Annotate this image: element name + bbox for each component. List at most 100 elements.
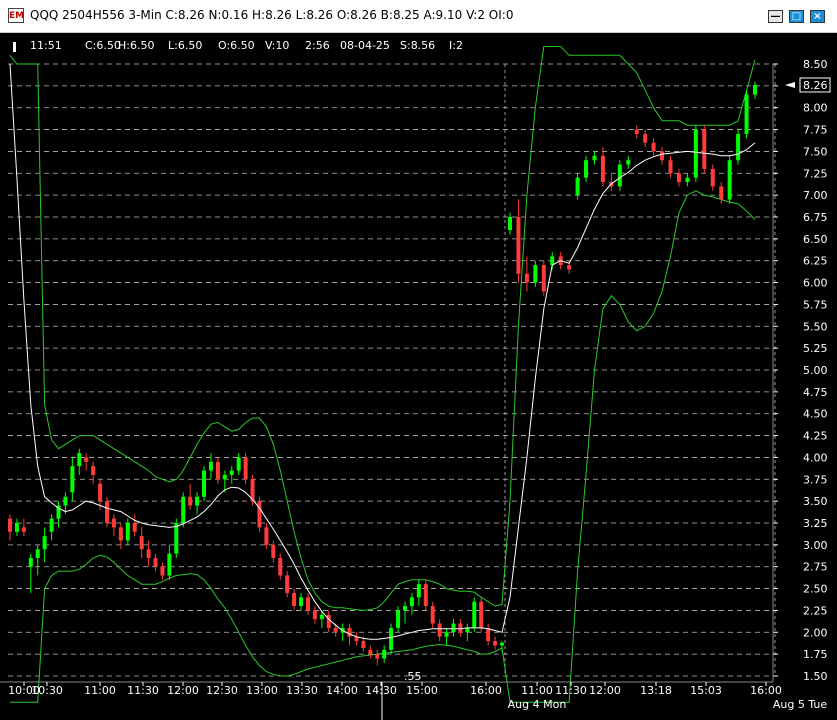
candle <box>676 168 681 187</box>
candle-body <box>617 164 622 187</box>
candle-body <box>347 627 352 637</box>
candle-body <box>736 133 741 161</box>
candle <box>21 518 26 537</box>
last-price-label: 8.26 <box>803 79 828 92</box>
y-tick-label: 4.75 <box>803 386 828 399</box>
candle <box>153 553 158 572</box>
candle <box>146 540 151 567</box>
candle-body <box>727 160 732 200</box>
title-bar: EM QQQ 2504H556 3-Min C:8.26 N:0.16 H:8.… <box>0 0 837 33</box>
y-tick-label: 5.00 <box>803 364 828 377</box>
candle <box>479 597 484 633</box>
candle <box>609 173 614 191</box>
candle-body <box>524 273 529 283</box>
candle <box>139 527 144 558</box>
candle-body <box>693 129 698 178</box>
candle-body <box>146 549 151 558</box>
candle <box>292 588 297 611</box>
candle-body <box>132 523 137 532</box>
candle <box>257 496 262 532</box>
info-bar: 11:51 C:6.50H:6.50 L:6.50 O:6.50 V:10 2:56 08-… <box>13 39 463 52</box>
candle <box>617 160 622 191</box>
candle-body <box>493 641 498 646</box>
candle <box>389 623 394 655</box>
info-item: 11:51 <box>30 39 62 52</box>
candle-body <box>472 601 477 628</box>
info-item: C:6.50 <box>85 39 121 52</box>
candle-body <box>167 553 172 576</box>
candle-body <box>430 606 435 624</box>
candle <box>472 597 477 633</box>
candles <box>8 81 757 666</box>
candle <box>727 155 732 204</box>
y-tick-label: 2.00 <box>803 626 828 639</box>
candle <box>660 147 665 165</box>
candle-body <box>702 129 707 169</box>
candle-body <box>744 94 749 134</box>
candle-body <box>660 151 665 161</box>
candle <box>42 527 47 563</box>
candle-body <box>181 496 186 523</box>
candle-body <box>271 544 276 558</box>
candle <box>600 147 605 187</box>
candle <box>375 649 380 666</box>
y-tick-label: 7.25 <box>803 167 828 180</box>
candle-body <box>222 474 227 480</box>
y-tick-label: 5.50 <box>803 320 828 333</box>
y-tick-label: 7.50 <box>803 145 828 158</box>
candle-body <box>486 627 491 642</box>
y-tick-label: 2.25 <box>803 604 828 617</box>
candle-body <box>8 518 12 532</box>
candle-body <box>451 623 456 633</box>
candle <box>118 523 123 550</box>
candle-body <box>409 597 414 607</box>
info-item: O:6.50 <box>218 39 255 52</box>
candle <box>236 453 241 475</box>
candle <box>451 619 456 637</box>
candle <box>56 501 61 528</box>
candle <box>584 155 589 183</box>
candle <box>195 492 200 515</box>
upper-band-line <box>9 46 756 611</box>
candle <box>592 151 597 165</box>
y-tick-label: 7.00 <box>803 189 828 202</box>
candle-body <box>118 527 123 541</box>
candle-body <box>202 470 207 497</box>
candle-body <box>592 155 597 161</box>
candle-body <box>423 584 428 607</box>
candle-body <box>753 84 757 95</box>
candle <box>416 579 421 607</box>
candle <box>160 562 165 580</box>
candle <box>458 619 463 637</box>
y-tick-label: 5.75 <box>803 298 828 311</box>
candle <box>271 540 276 563</box>
candle-body <box>479 601 484 628</box>
candle-body <box>215 461 220 480</box>
candle-body <box>626 160 631 165</box>
y-tick-label: 8.00 <box>803 102 828 115</box>
candle-body <box>77 453 82 467</box>
minimize-button[interactable]: — <box>768 10 783 23</box>
candle-body <box>63 496 68 506</box>
candle-body <box>676 173 681 183</box>
date-label: Aug 5 Tue <box>773 698 827 711</box>
close-button[interactable]: × <box>810 10 825 23</box>
candle <box>70 457 75 502</box>
candle-body <box>285 575 290 593</box>
candle-body <box>174 523 179 554</box>
candle <box>125 518 130 545</box>
candle-body <box>236 457 241 471</box>
maximize-button[interactable]: □ <box>789 10 804 23</box>
candle-body <box>28 557 33 567</box>
candle-body <box>188 496 193 506</box>
candle <box>229 466 234 484</box>
candle <box>465 623 470 642</box>
candle <box>423 579 428 611</box>
price-chart[interactable]: 8.508.258.007.757.507.257.006.756.506.25… <box>0 32 837 720</box>
candle-body <box>458 623 463 633</box>
candle-body <box>319 614 324 620</box>
candle-body <box>312 610 317 620</box>
candle-body <box>685 177 690 183</box>
candle <box>685 173 690 187</box>
lower-band-line <box>10 190 756 703</box>
